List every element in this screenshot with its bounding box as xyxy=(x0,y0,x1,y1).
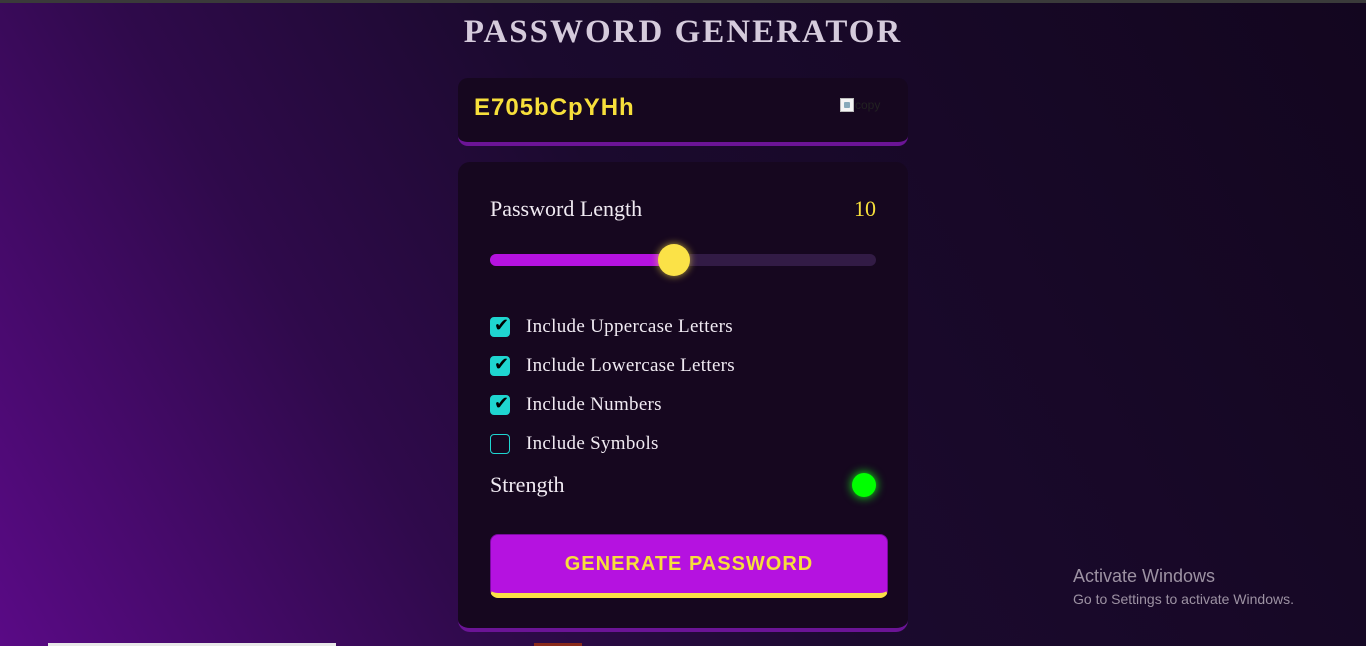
page-title: PASSWORD GENERATOR xyxy=(463,14,903,50)
broken-image-icon xyxy=(840,98,854,112)
length-label: Password Length xyxy=(490,196,643,221)
strength-label: Strength xyxy=(490,472,565,497)
option-label: Include Numbers xyxy=(526,393,662,415)
symbols-checkbox[interactable] xyxy=(490,433,510,454)
length-row: Password Length 10 xyxy=(490,196,876,222)
option-symbols[interactable]: Include Symbols xyxy=(490,424,735,463)
browser-top-edge xyxy=(0,0,1366,3)
option-uppercase[interactable]: Include Uppercase Letters xyxy=(490,307,735,346)
settings-panel: Password Length 10 Include Uppercase Let… xyxy=(458,162,908,632)
password-display: E705bCpYHh copy xyxy=(458,78,908,146)
copy-button[interactable]: copy xyxy=(840,98,880,112)
strength-indicator xyxy=(852,473,876,497)
password-output[interactable]: E705bCpYHh xyxy=(474,94,635,122)
copy-alt-text: copy xyxy=(855,98,881,112)
generate-password-button[interactable]: GENERATE PASSWORD xyxy=(490,534,888,598)
length-slider[interactable] xyxy=(490,244,876,276)
option-label: Include Symbols xyxy=(526,432,659,454)
slider-thumb[interactable] xyxy=(658,244,691,276)
lowercase-checkbox[interactable] xyxy=(490,354,510,376)
option-numbers[interactable]: Include Numbers xyxy=(490,385,735,424)
watermark-subtitle: Go to Settings to activate Windows. xyxy=(1073,591,1294,607)
option-lowercase[interactable]: Include Lowercase Letters xyxy=(490,346,735,385)
length-value: 10 xyxy=(854,196,876,221)
options-list: Include Uppercase Letters Include Lowerc… xyxy=(490,307,735,463)
strength-row: Strength xyxy=(490,472,876,498)
watermark-title: Activate Windows xyxy=(1073,566,1216,586)
slider-fill xyxy=(490,254,675,266)
numbers-checkbox[interactable] xyxy=(490,393,510,415)
option-label: Include Lowercase Letters xyxy=(526,354,736,376)
option-label: Include Uppercase Letters xyxy=(526,315,733,337)
uppercase-checkbox[interactable] xyxy=(490,315,510,337)
windows-activation-watermark: Activate Windows Go to Settings to activ… xyxy=(1073,566,1294,607)
